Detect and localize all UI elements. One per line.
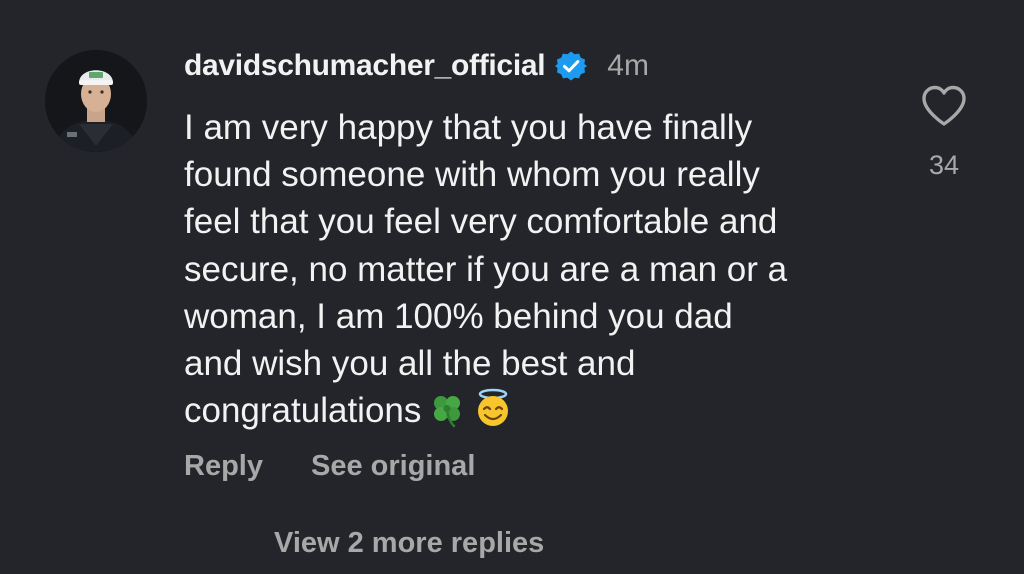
see-original-button[interactable]: See original bbox=[311, 450, 475, 483]
comment-line: and wish you all the best and bbox=[184, 344, 636, 384]
comment: davidschumacher_official 4m I am very ha… bbox=[0, 0, 1024, 574]
comment-header: davidschumacher_official 4m bbox=[184, 42, 649, 90]
comment-line: secure, no matter if you are a man or a bbox=[184, 249, 788, 289]
like-section: 34 bbox=[912, 84, 976, 181]
smiling-face-with-halo-icon bbox=[473, 388, 513, 440]
four-leaf-clover-icon bbox=[429, 392, 465, 440]
reply-button[interactable]: Reply bbox=[184, 450, 263, 483]
verified-badge-icon bbox=[555, 50, 588, 82]
comment-line: feel that you feel very comfortable and bbox=[184, 202, 778, 242]
comment-text: I am very happy that you have finally fo… bbox=[184, 104, 904, 440]
view-more-replies-button[interactable]: View 2 more replies bbox=[274, 527, 544, 560]
comment-line: congratulations bbox=[184, 391, 422, 431]
avatar[interactable] bbox=[45, 50, 147, 152]
comment-line: found someone with whom you really bbox=[184, 155, 760, 195]
comment-last-line: congratulations bbox=[184, 387, 904, 440]
comment-actions: Reply See original bbox=[184, 446, 475, 486]
heart-outline-icon[interactable] bbox=[920, 84, 968, 128]
comment-line: woman, I am 100% behind you dad bbox=[184, 296, 733, 336]
username[interactable]: davidschumacher_official bbox=[184, 49, 546, 83]
timestamp: 4m bbox=[607, 49, 649, 82]
like-count: 34 bbox=[928, 150, 960, 180]
comment-line: I am very happy that you have finally bbox=[184, 108, 753, 147]
